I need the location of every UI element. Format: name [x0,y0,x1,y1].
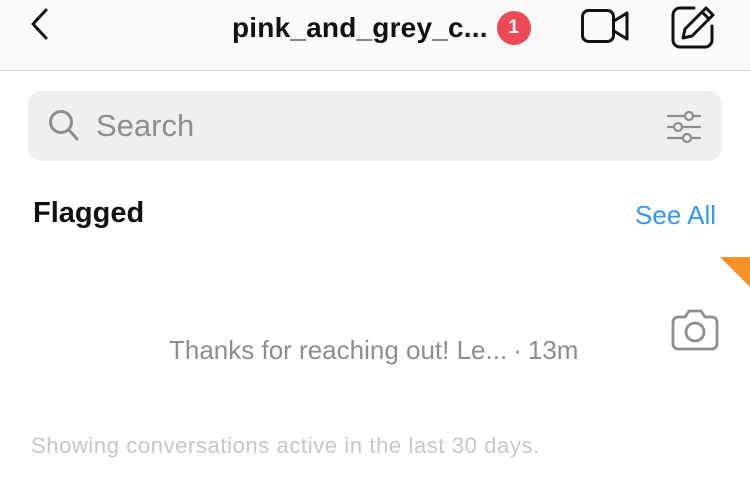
message-preview-text: Thanks for reaching out! Le... [169,335,508,365]
filter-icon[interactable] [666,109,702,145]
flagged-section-title: Flagged [33,197,145,229]
camera-icon[interactable] [670,307,720,351]
account-name: pink_and_grey_c... [232,12,488,43]
message-preview: Thanks for reaching out! Le... · 13m [169,335,578,366]
direct-messages-screen: pink_and_grey_c... 1 Search Flagged See … [0,0,750,494]
video-camera-icon [581,9,629,43]
search-icon [49,110,79,141]
search-input[interactable]: Search [96,107,194,145]
message-time: 13m [527,335,579,365]
see-all-link[interactable]: See All [635,200,716,231]
compose-icon [671,6,715,49]
conversation-row[interactable]: Thanks for reaching out! Le... · 13m [0,290,750,400]
back-button[interactable] [24,4,58,44]
account-switcher[interactable]: pink_and_grey_c... 1 [232,10,531,46]
search-bar[interactable]: Search [28,91,722,161]
chevron-left-icon [31,8,48,40]
top-navigation-bar: pink_and_grey_c... 1 [0,0,750,71]
separator-dot: · [513,335,522,365]
video-call-button[interactable] [580,6,632,46]
activity-window-note: Showing conversations active in the last… [31,433,540,458]
flag-corner-marker [720,257,750,287]
new-message-button[interactable] [670,4,716,50]
notification-badge: 1 [496,11,531,45]
